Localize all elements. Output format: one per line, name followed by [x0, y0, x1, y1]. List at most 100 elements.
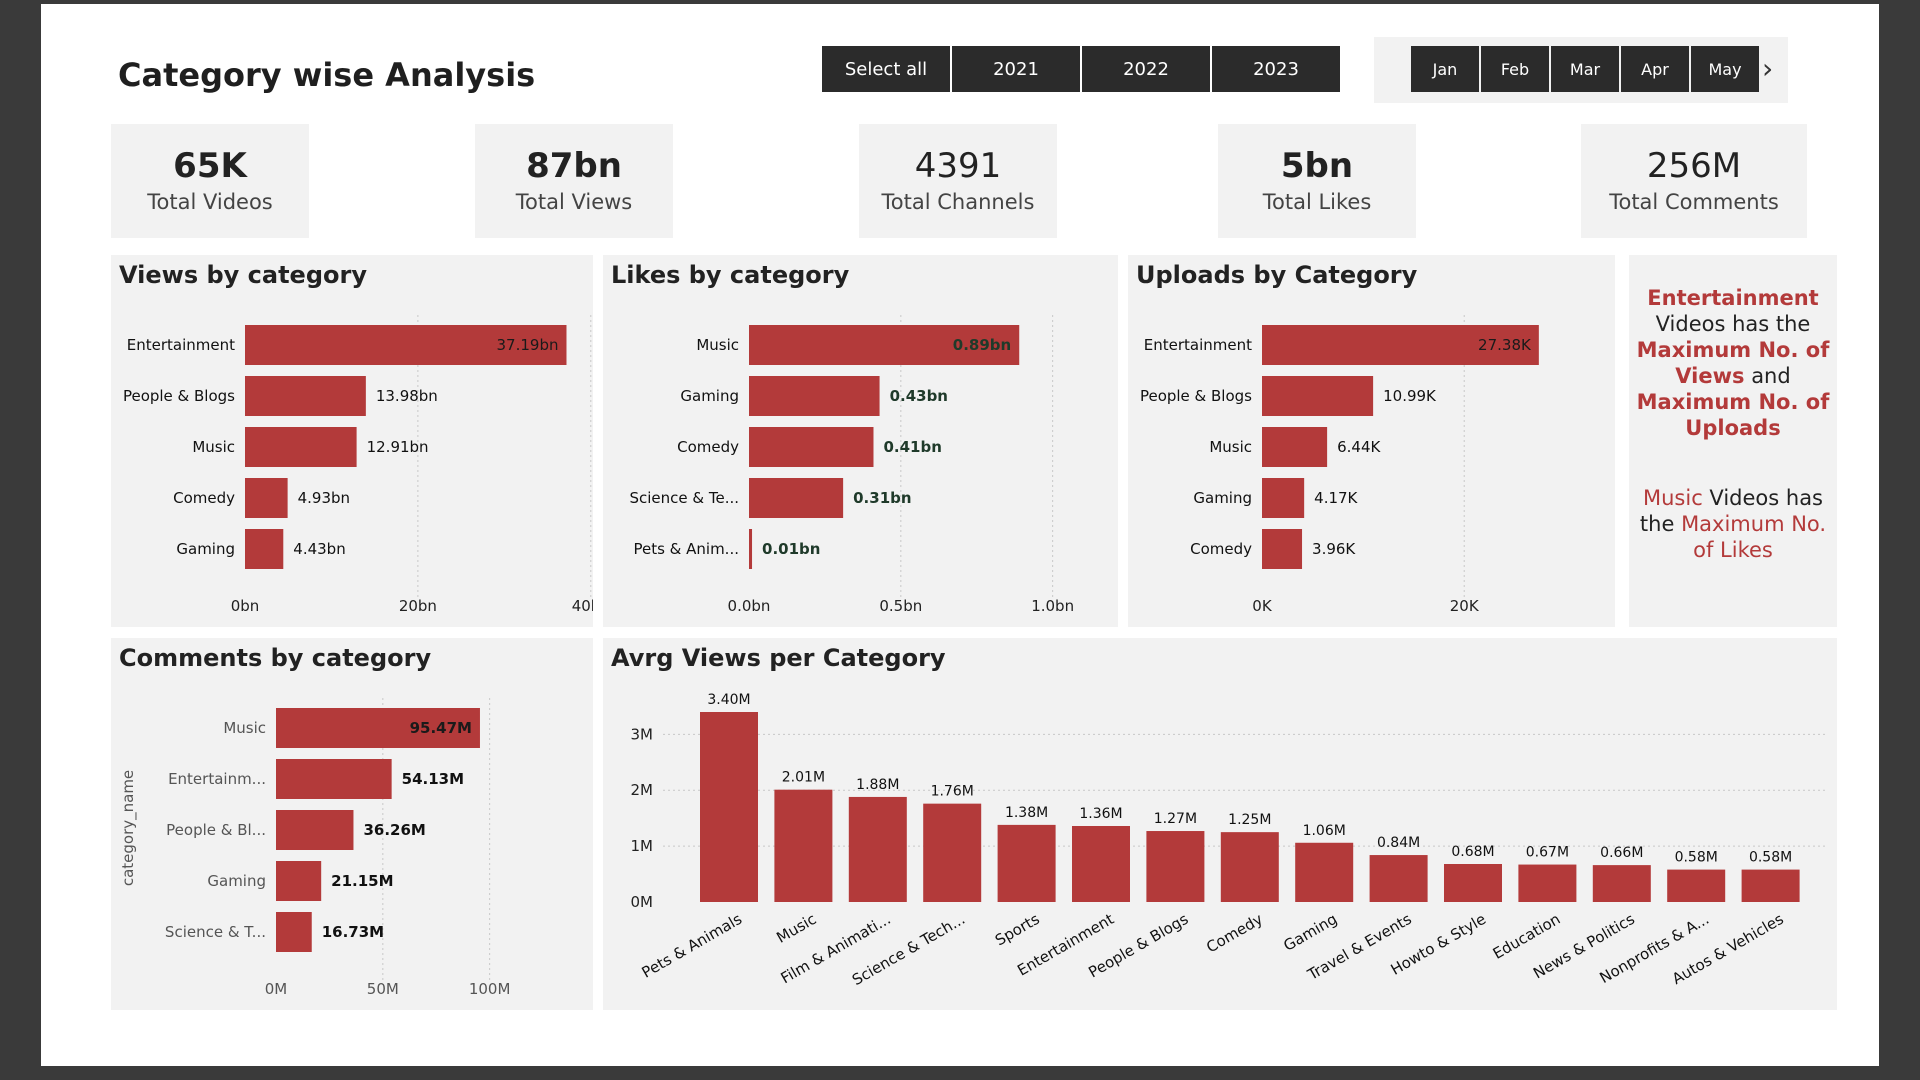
month-may-button[interactable]: May: [1691, 46, 1759, 92]
likes-by-category-chart[interactable]: Likes by category 0.0bn 0.5bn 1.0bn Music 0.…: [603, 255, 1118, 627]
bar: [1592, 865, 1651, 902]
bar: [1741, 869, 1800, 902]
bar: [749, 376, 880, 416]
year-select-all-button[interactable]: Select all: [822, 46, 950, 92]
data-label: 16.73M: [322, 923, 384, 941]
bar: [1295, 842, 1354, 902]
category-label: Gaming: [680, 387, 739, 405]
insight-paragraph-1: Entertainment Videos has the Maximum No.…: [1629, 285, 1837, 441]
bar: [848, 796, 907, 902]
x-tick-label: 0.0bn: [728, 597, 771, 615]
month-feb-button[interactable]: Feb: [1481, 46, 1549, 92]
likes-chart-svg: 0.0bn 0.5bn 1.0bn Music 0.89bn Gaming 0.43bn Co…: [629, 315, 1074, 615]
month-jan-button[interactable]: Jan: [1411, 46, 1479, 92]
x-tick-label: 0.5bn: [879, 597, 922, 615]
year-2021-button[interactable]: 2021: [952, 46, 1080, 92]
kpi-value: 87bn: [526, 146, 622, 186]
x-tick-label: 50M: [367, 980, 399, 998]
insight-highlight: Maximum No. of Uploads: [1636, 390, 1830, 440]
bar: [276, 810, 354, 850]
x-tick-label: 0M: [265, 980, 288, 998]
data-label: 0.31bn: [853, 489, 911, 507]
uploads-by-category-chart[interactable]: Uploads by Category 0K 20K Entertainment 27…: [1128, 255, 1615, 627]
category-label: Music: [192, 438, 235, 456]
data-label: 0.43bn: [890, 387, 948, 405]
data-label: 3.40M: [707, 692, 750, 708]
kpi-value: 65K: [173, 146, 247, 186]
data-label: 0.41bn: [883, 438, 941, 456]
kpi-total-views: 87bn Total Views: [475, 124, 673, 238]
category-label: Comedy: [173, 489, 235, 507]
kpi-label: Total Comments: [1609, 190, 1779, 214]
category-label: Entertainm...: [168, 770, 266, 788]
y-tick-label: 3M: [631, 725, 654, 743]
bar: [1667, 869, 1726, 902]
views-chart-svg: 0bn 20bn 40bn Entertainment 37.19bn People & …: [123, 315, 593, 615]
month-apr-button[interactable]: Apr: [1621, 46, 1689, 92]
kpi-value: 5bn: [1280, 146, 1354, 186]
avg-views-per-category-chart[interactable]: Avrg Views per Category 0M 1M 2M 3M 3.40M Pet…: [603, 638, 1837, 1010]
views-by-category-chart[interactable]: Views by category 0bn20bn40bnEntertainme…: [111, 255, 593, 627]
category-label: Comedy: [677, 438, 739, 456]
data-label: 0.89bn: [953, 336, 1011, 354]
data-label: 0.58M: [1675, 850, 1718, 866]
x-tick-label: 0bn: [231, 597, 260, 615]
data-label: 1.36M: [1079, 806, 1122, 822]
category-label: Music: [696, 336, 739, 354]
data-label: 1.76M: [931, 784, 974, 800]
bar: [1146, 831, 1205, 902]
data-label: 21.15M: [331, 872, 393, 890]
bar: [749, 478, 844, 518]
data-label: 4.93bn: [298, 489, 350, 507]
bar: [245, 427, 357, 467]
insight-highlight: Entertainment: [1647, 286, 1819, 310]
data-label: 13.98bn: [376, 387, 438, 405]
comments-by-category-chart[interactable]: Comments by category 0M 50M 100M Music 95.47…: [111, 638, 593, 1010]
category-label: Gaming: [207, 872, 266, 890]
chevron-right-icon[interactable]: ›: [1762, 52, 1773, 85]
insight-highlight: Maximum No. of Views: [1636, 338, 1830, 388]
category-label: Gaming: [1193, 489, 1252, 507]
insight-highlight: Maximum No. of Likes: [1681, 512, 1827, 562]
comments-chart-svg: 0M 50M 100M Music 95.47M Entertainm... 54.13M P…: [119, 698, 510, 998]
bar: [1444, 864, 1502, 902]
category-label: Music: [223, 719, 266, 737]
kpi-total-videos: 65K Total Videos: [111, 124, 309, 238]
bar: [1262, 427, 1328, 467]
category-label: Entertainment: [127, 336, 235, 354]
bar: [774, 789, 833, 902]
kpi-total-comments: 256M Total Comments: [1581, 124, 1807, 238]
data-label: 1.27M: [1154, 811, 1197, 827]
month-mar-button[interactable]: Mar: [1551, 46, 1619, 92]
bar: [1072, 826, 1130, 902]
year-2023-button[interactable]: 2023: [1212, 46, 1340, 92]
insight-text: Videos has the: [1655, 312, 1811, 336]
bar: [245, 478, 288, 518]
bar: [749, 427, 874, 467]
insight-card: Entertainment Videos has the Maximum No.…: [1629, 255, 1837, 627]
y-tick-label: 0M: [631, 893, 654, 911]
x-tick-label: 20bn: [399, 597, 437, 615]
category-label: Comedy: [1190, 540, 1252, 558]
data-label: 0.66M: [1600, 845, 1643, 861]
y-tick-label: 1M: [631, 837, 654, 855]
data-label: 1.88M: [856, 777, 899, 793]
category-label: Music: [1209, 438, 1252, 456]
bar: [1220, 832, 1279, 902]
y-tick-label: 2M: [631, 781, 654, 799]
x-tick-label: 40bn: [572, 597, 593, 615]
bar: [245, 529, 284, 569]
data-label: 12.91bn: [367, 438, 429, 456]
data-label: 4.43bn: [293, 540, 345, 558]
category-label: Gaming: [176, 540, 235, 558]
insight-highlight: Music: [1643, 486, 1703, 510]
data-label: 1.06M: [1303, 823, 1346, 839]
bar: [1262, 478, 1305, 518]
data-label: 37.19bn: [497, 336, 559, 354]
year-2022-button[interactable]: 2022: [1082, 46, 1210, 92]
y-axis-title: category_name: [119, 770, 138, 886]
kpi-total-channels: 4391 Total Channels: [859, 124, 1057, 238]
data-label: 0.68M: [1451, 844, 1494, 860]
data-label: 36.26M: [363, 821, 425, 839]
data-label: 3.96K: [1312, 540, 1356, 558]
